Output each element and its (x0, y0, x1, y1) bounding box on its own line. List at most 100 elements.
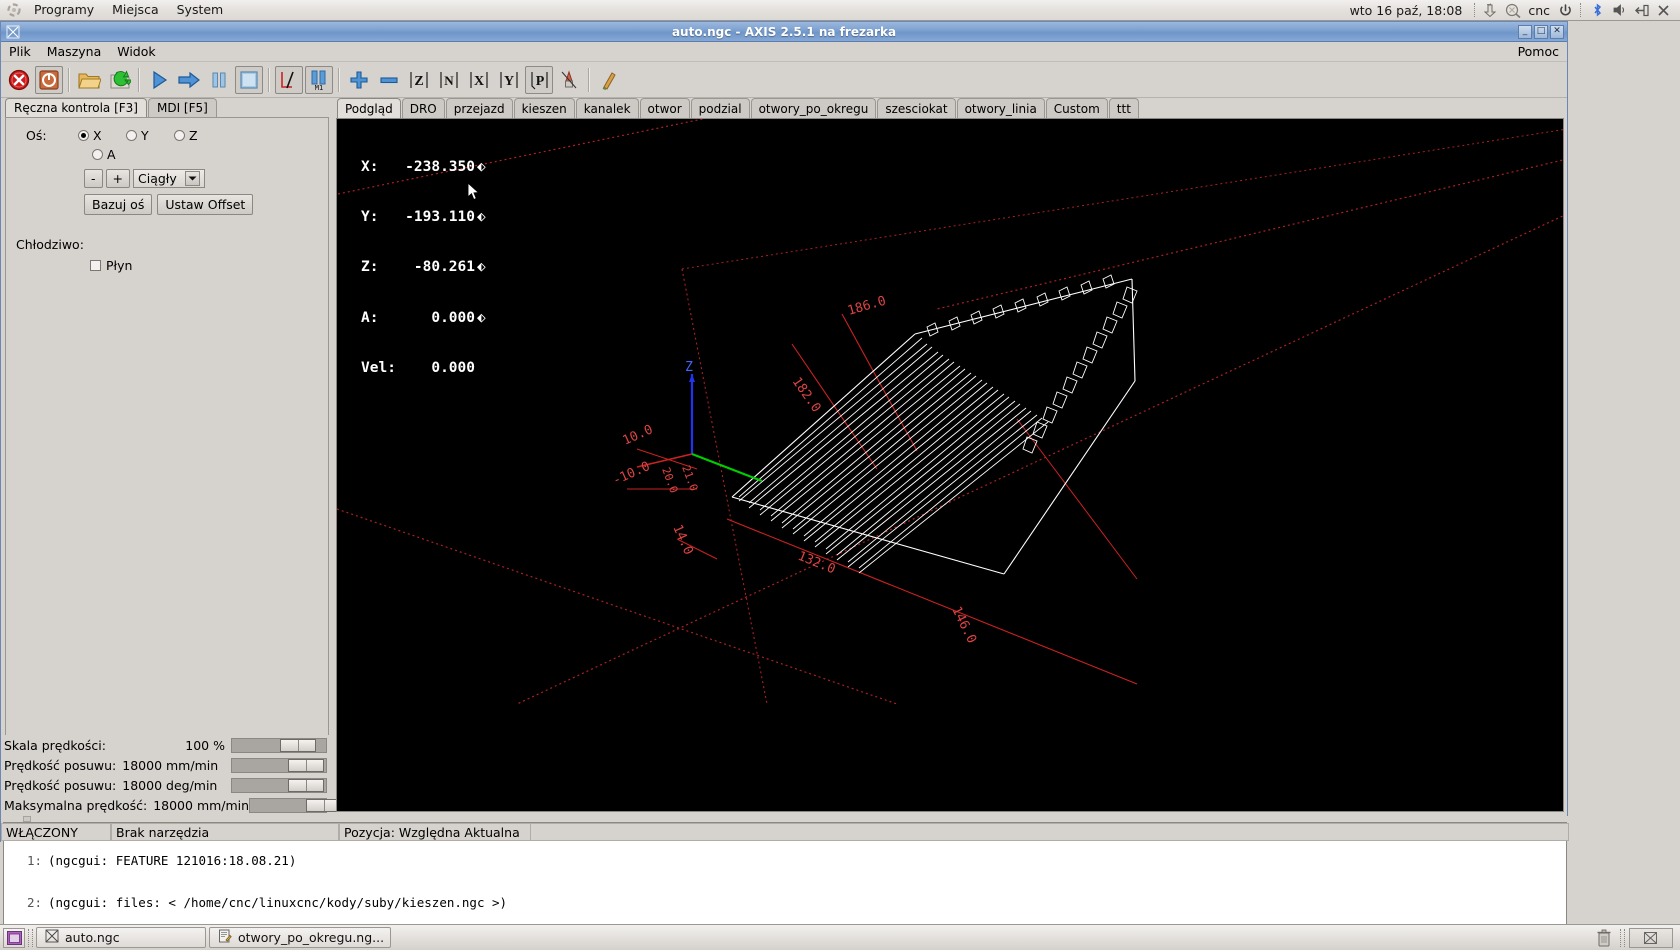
tab-otwory-linia[interactable]: otwory_linia (956, 98, 1045, 118)
feed-mm-slider[interactable] (231, 757, 327, 773)
tab-mdi[interactable]: MDI [F5] (147, 98, 217, 117)
axis-window-icon (45, 929, 59, 946)
skip-optional-lines-button[interactable] (275, 65, 303, 94)
zoom-out-button[interactable] (375, 66, 403, 94)
clear-live-plot-button[interactable] (555, 66, 583, 94)
feed-mm-value: 18000 mm/min (122, 757, 219, 773)
panel-menu-miejsca[interactable]: Miejsca (103, 1, 167, 20)
logout-icon[interactable] (1630, 1, 1652, 20)
workspace-switcher[interactable] (1629, 927, 1673, 948)
close-session-icon[interactable] (1652, 1, 1674, 20)
axis-radio-x-label: X (93, 128, 102, 143)
taskbar-window-otwory[interactable]: otwory_po_okregu.ng... (209, 927, 391, 948)
status-machine-state: WŁĄCZONY (1, 823, 111, 841)
view-x-button[interactable]: X (465, 66, 493, 94)
optional-stop-button[interactable]: M1 (305, 65, 333, 94)
axis-radio-x[interactable] (78, 130, 89, 141)
tab-ttt[interactable]: ttt (1108, 98, 1139, 118)
tab-szesciokat[interactable]: szesciokat (877, 98, 956, 118)
volume-icon[interactable] (1608, 1, 1630, 20)
gnome-top-panel: Programy Miejsca System wto 16 paź, 18:0… (0, 0, 1680, 21)
pause-program-button[interactable] (205, 66, 233, 94)
toolbar-separator-2 (138, 67, 140, 92)
stop-program-button[interactable] (235, 65, 263, 94)
gcode-line[interactable]: 2: (ngcgui: files: < /home/cnc/linuxcnc/… (4, 895, 1566, 910)
dro-row-z: Z: -80.261 ⬖ (361, 259, 486, 276)
svg-text:146.0: 146.0 (948, 604, 979, 646)
set-offset-button[interactable]: Ustaw Offset (157, 194, 254, 215)
tool-touch-button[interactable] (595, 66, 623, 94)
dro-label-a: A: (361, 309, 379, 326)
open-file-button[interactable] (75, 66, 103, 94)
manual-control-panel: Oś: X Y Z A - + Ciągły Bazuj oś Ustaw Of… (5, 117, 329, 815)
estop-button[interactable] (5, 66, 33, 94)
gcode-preview-canvas[interactable]: Z 186.0 182.0 10.0 -10.0 20.0 21.0 14.0 … (336, 118, 1564, 812)
menu-widok[interactable]: Widok (109, 42, 163, 61)
tab-otwor[interactable]: otwor (639, 98, 690, 118)
tab-reczna-kontrola[interactable]: Ręczna kontrola [F3] (5, 98, 147, 117)
jog-minus-button[interactable]: - (84, 169, 103, 188)
machine-power-button[interactable] (35, 65, 63, 94)
shutdown-icon[interactable] (1554, 1, 1576, 20)
feed-deg-slider-thumb[interactable] (288, 778, 324, 792)
window-minimize-button[interactable]: _ (1518, 24, 1532, 39)
speed-scale-slider-thumb[interactable] (280, 738, 316, 752)
max-speed-slider[interactable] (249, 797, 343, 813)
window-close-button[interactable]: ✕ (1550, 24, 1564, 39)
axis-window: auto.ngc - AXIS 2.5.1 na frezarka _ □ ✕ … (0, 21, 1569, 943)
view-z2-button[interactable]: N (435, 66, 463, 94)
zoom-in-button[interactable] (345, 66, 373, 94)
svg-text:14.0: 14.0 (669, 523, 695, 558)
view-p-button[interactable]: P (525, 65, 553, 94)
tab-otwory-po-okregu[interactable]: otwory_po_okregu (750, 98, 877, 118)
update-manager-icon[interactable] (1502, 1, 1524, 20)
window-maximize-button[interactable]: □ (1534, 24, 1548, 39)
window-titlebar[interactable]: auto.ngc - AXIS 2.5.1 na frezarka _ □ ✕ (1, 22, 1567, 42)
tab-kanalek[interactable]: kanalek (575, 98, 639, 118)
network-transfer-icon[interactable] (1480, 1, 1502, 20)
step-program-button[interactable] (175, 66, 203, 94)
show-desktop-button[interactable] (3, 927, 25, 948)
jog-plus-button[interactable]: + (105, 169, 130, 188)
axis-radio-y[interactable] (126, 130, 137, 141)
tab-podglad[interactable]: Podgląd (337, 98, 401, 118)
panel-clock[interactable]: wto 16 paź, 18:08 (1342, 1, 1471, 20)
home-axis-button[interactable]: Bazuj oś (84, 194, 153, 215)
feed-mm-slider-thumb[interactable] (288, 758, 324, 772)
reload-file-button[interactable] (105, 66, 133, 94)
taskbar-grip-2[interactable] (1620, 928, 1625, 947)
menu-maszyna[interactable]: Maszyna (39, 42, 110, 61)
tab-kieszen[interactable]: kieszen (513, 98, 575, 118)
taskbar-window-auto-ngc[interactable]: auto.ngc (36, 927, 206, 948)
tab-dro[interactable]: DRO (401, 98, 445, 118)
speed-scale-label: Skala prędkości: (4, 737, 106, 753)
dro-value-a: 0.000 (431, 309, 475, 326)
toolbar-separator-1 (68, 67, 70, 92)
bluetooth-icon[interactable] (1586, 1, 1608, 20)
jog-mode-value: Ciągły (138, 171, 177, 186)
gcode-line[interactable]: 1: (ngcgui: FEATURE 121016:18.08.21) (4, 853, 1566, 868)
toolbar-separator-5 (588, 67, 590, 92)
axis-radio-a-label: A (107, 147, 116, 162)
jog-mode-select[interactable]: Ciągły (133, 169, 205, 188)
coolant-flood-checkbox[interactable] (90, 260, 101, 271)
panel-menu-system[interactable]: System (168, 1, 233, 20)
ubuntu-logo-icon (3, 1, 25, 20)
feed-deg-slider[interactable] (231, 777, 327, 793)
tab-podzial[interactable]: podzial (690, 98, 750, 118)
axis-radio-a[interactable] (92, 149, 103, 160)
menu-plik[interactable]: Plik (1, 42, 39, 61)
trash-icon[interactable] (1592, 927, 1616, 949)
run-program-button[interactable] (145, 66, 173, 94)
view-z-button[interactable]: Z (405, 66, 433, 94)
taskbar-grip[interactable] (28, 928, 33, 947)
tab-przejazd[interactable]: przejazd (445, 98, 513, 118)
panel-menu-programy[interactable]: Programy (25, 1, 103, 20)
tab-custom[interactable]: Custom (1045, 98, 1108, 118)
svg-text:10.0: 10.0 (621, 422, 656, 448)
menu-pomoc[interactable]: Pomoc (1518, 44, 1559, 59)
svg-text:M1: M1 (315, 84, 323, 91)
speed-scale-slider[interactable] (231, 737, 327, 753)
axis-radio-z[interactable] (174, 130, 185, 141)
view-y-button[interactable]: Y (495, 66, 523, 94)
